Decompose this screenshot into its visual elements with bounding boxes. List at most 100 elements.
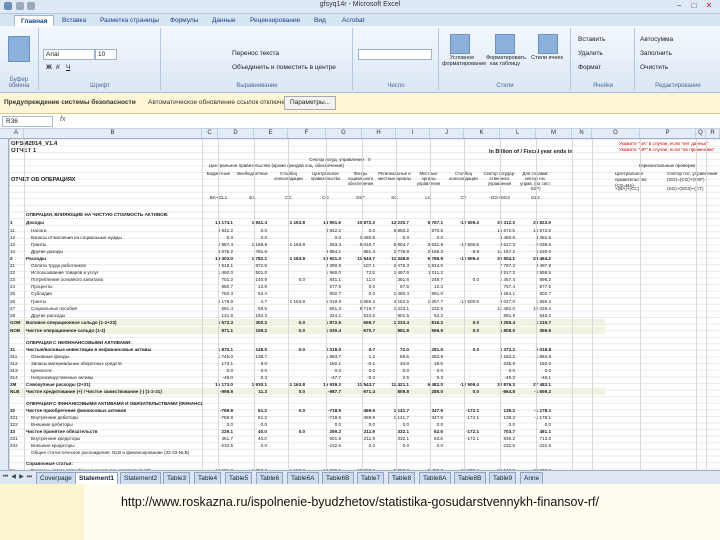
value-cell[interactable]: 15 672.5	[482, 228, 515, 234]
value-cell[interactable]: 347.6	[412, 415, 444, 421]
column-header-m[interactable]: M	[536, 129, 572, 138]
value-cell[interactable]: 3 482.6	[518, 235, 551, 241]
value-cell[interactable]: 896.2	[518, 277, 552, 283]
value-cell[interactable]: 991.0	[412, 291, 444, 297]
value-cell[interactable]: 27 483.1	[518, 382, 551, 388]
wrap-text-button[interactable]: Перенос текста	[232, 50, 279, 57]
value-cell[interactable]: 4 517.3	[482, 270, 515, 276]
value-cell[interactable]: 15 672.5	[518, 228, 551, 234]
tab-formulas[interactable]: Формулы	[164, 15, 204, 26]
value-cell[interactable]: 501.0	[236, 270, 268, 276]
value-cell[interactable]: 781.6	[236, 249, 268, 255]
value-cell[interactable]: -12 509.4	[446, 256, 479, 262]
value-cell[interactable]: 1 883.7	[308, 354, 341, 360]
value-cell[interactable]: 0.0	[344, 368, 375, 374]
value-cell[interactable]: 0.0	[344, 422, 375, 428]
value-cell[interactable]: 3 854.1	[308, 249, 341, 255]
value-cell[interactable]: 51.2	[236, 408, 267, 414]
value-cell[interactable]: 5 604.7	[378, 242, 409, 248]
value-cell[interactable]: 139.2	[482, 408, 516, 414]
value-cell[interactable]: 713.6	[518, 436, 552, 442]
value-cell[interactable]: 30 504.1	[482, 256, 515, 262]
fill-button[interactable]: Заполнить	[640, 50, 672, 57]
value-cell[interactable]: -172.1	[446, 429, 479, 435]
value-cell[interactable]: 52.4	[236, 291, 267, 297]
value-cell[interactable]: 332.1	[378, 436, 410, 442]
value-cell[interactable]: -47.7	[308, 375, 341, 381]
value-cell[interactable]: 34.8	[378, 361, 409, 367]
value-cell[interactable]: 1 467.6	[378, 270, 409, 276]
column-header-a[interactable]: A	[9, 129, 24, 138]
value-cell[interactable]: 5 850.2	[378, 228, 409, 234]
value-cell[interactable]: 11.0	[344, 277, 375, 283]
value-cell[interactable]: -1 178.1	[518, 415, 551, 421]
value-cell[interactable]: 0.7	[344, 347, 375, 353]
value-cell[interactable]: 677.6	[308, 284, 342, 290]
value-cell[interactable]: 324.1	[308, 313, 342, 319]
number-format-select[interactable]	[358, 49, 432, 60]
minimize-icon[interactable]: –	[672, 1, 686, 11]
value-cell[interactable]: 1 030.4	[308, 328, 341, 334]
value-cell[interactable]: 1 233.4	[378, 320, 409, 326]
value-cell[interactable]: 0.0	[412, 443, 443, 449]
format-cells-button[interactable]: Формат	[578, 64, 601, 71]
autosum-button[interactable]: Автосумма	[640, 36, 673, 43]
value-cell[interactable]: 347.6	[412, 408, 444, 414]
value-cell[interactable]: 359.6	[518, 328, 552, 334]
next-sheet-icon[interactable]: ▶	[18, 473, 25, 482]
column-header-g[interactable]: G	[326, 129, 362, 138]
value-cell[interactable]: 55.5	[378, 354, 409, 360]
value-cell[interactable]: 211.9	[344, 429, 375, 435]
value-cell[interactable]: 0.0	[344, 284, 375, 290]
value-cell[interactable]: 802.7	[308, 291, 342, 297]
sheet-tab-table9[interactable]: Table9	[489, 472, 517, 484]
value-cell[interactable]: 0.0	[518, 422, 551, 428]
value-cell[interactable]: 283.9	[412, 354, 444, 360]
value-cell[interactable]: 881.8	[378, 328, 410, 334]
sheet-tab-table8b[interactable]: Table8B	[454, 472, 486, 484]
value-cell[interactable]: -987.7	[308, 389, 341, 395]
value-cell[interactable]: 3 265.4	[482, 320, 515, 326]
value-cell[interactable]: 3 480.6	[344, 235, 375, 241]
value-cell[interactable]: 0.0	[446, 347, 479, 353]
cell-styles-button[interactable]: Стили ячеек	[528, 55, 566, 61]
value-cell[interactable]: 1 808.0	[482, 328, 515, 334]
column-header-i[interactable]: I	[396, 129, 430, 138]
close-icon[interactable]: ✕	[702, 1, 716, 11]
value-cell[interactable]: 1 233.1	[378, 306, 409, 312]
sheet-tab-anne[interactable]: Anne	[520, 472, 544, 484]
column-header-q[interactable]: Q	[696, 129, 706, 138]
value-cell[interactable]: 11 157.2	[482, 249, 515, 255]
value-cell[interactable]: 3 264.1	[482, 291, 515, 297]
value-cell[interactable]: 11 482.0	[482, 306, 515, 312]
value-cell[interactable]: 2 018.0	[308, 347, 341, 353]
value-cell[interactable]: 1 930.1	[236, 382, 267, 388]
value-cell[interactable]: 11.3	[236, 389, 267, 395]
value-cell[interactable]: 11 421.1	[378, 382, 409, 388]
value-cell[interactable]: 0.3	[236, 375, 267, 381]
value-cell[interactable]: 14 951.6	[308, 220, 341, 226]
tab-view[interactable]: Вид	[308, 15, 332, 26]
paste-icon[interactable]	[8, 36, 30, 62]
sheet-tab-table8[interactable]: Table8	[388, 472, 416, 484]
value-cell[interactable]: -0.1	[344, 361, 375, 367]
sheet-tab-table3[interactable]: Table3	[163, 472, 191, 484]
value-cell[interactable]: 0.0	[446, 389, 479, 395]
value-cell[interactable]: 32 876.3	[482, 382, 515, 388]
column-header-h[interactable]: H	[362, 129, 396, 138]
value-cell[interactable]: 9.0	[236, 361, 267, 367]
value-cell[interactable]: 10 028.4	[518, 306, 551, 312]
value-cell[interactable]: 0.0	[378, 235, 409, 241]
value-cell[interactable]: 2 558.5	[518, 270, 551, 276]
value-cell[interactable]: 6 220.0	[518, 249, 551, 255]
value-cell[interactable]: 62.3	[412, 313, 443, 319]
value-cell[interactable]: 677.6	[518, 284, 552, 290]
value-cell[interactable]: 0.0	[308, 235, 341, 241]
sheet-tab-table6b[interactable]: Table6B	[322, 472, 354, 484]
worksheet-grid[interactable]: GFSM2014_V1.4 ОТЧЕТ 1 ОТЧЕТ ОБ ОПЕРАЦИЯХ…	[9, 139, 720, 470]
value-cell[interactable]: 0.0	[236, 368, 267, 374]
value-cell[interactable]: 182.0	[518, 361, 552, 367]
sheet-tab-table6a[interactable]: Table6A	[287, 472, 319, 484]
value-cell[interactable]: -659.7	[344, 320, 375, 326]
value-cell[interactable]: 62.6	[412, 436, 443, 442]
